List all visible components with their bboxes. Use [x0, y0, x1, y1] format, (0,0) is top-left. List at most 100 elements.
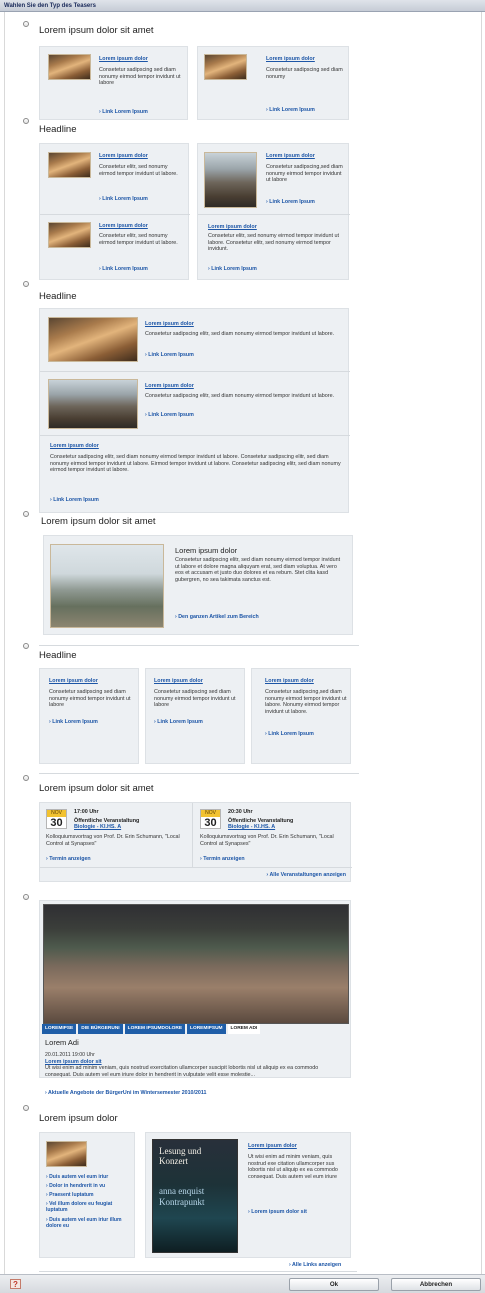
tab-lorem-ipsumdolore[interactable]: LOREM IPSUMDOLORE [124, 1024, 186, 1034]
book-line2: Konzert [159, 1156, 188, 1166]
teaser-link[interactable]: Lorem ipsum dolor [99, 153, 148, 159]
teaser-radio-7[interactable] [23, 894, 29, 900]
teaser-more-link[interactable]: › Link Lorem Ipsum [145, 412, 194, 418]
list-item[interactable]: › Duis autem vel eum iriur [46, 1174, 132, 1180]
event-time: 20:30 Uhr [228, 809, 253, 815]
teaser-radio-2[interactable] [23, 118, 29, 124]
tab-loremipsum[interactable]: LOREMIPSUM [187, 1024, 226, 1034]
event-day: 30 [50, 817, 63, 829]
teaser-radio-1[interactable] [23, 21, 29, 27]
teaser-more-link[interactable]: › Link Lorem Ipsum [99, 266, 148, 272]
teaser-more-link[interactable]: › Link Lorem Ipsum [49, 719, 98, 725]
teaser-link[interactable]: Lorem ipsum dolor [265, 678, 314, 684]
teaser-more-link[interactable]: › Link Lorem Ipsum [99, 196, 148, 202]
event-description: Kolloquiumsvortrag von Prof. Dr. Erin Sc… [200, 834, 334, 847]
tab-date: 20.01.2011 19:00 Uhr [45, 1052, 95, 1058]
teaser-article: Lorem ipsum dolor Consetetur sadipscing … [43, 535, 353, 635]
event-time: 17:00 Uhr [74, 809, 99, 815]
teaser-link[interactable]: Lorem ipsum dolor [49, 678, 98, 684]
teaser-radio-8[interactable] [23, 1105, 29, 1111]
article-heading: Lorem ipsum dolor [175, 546, 238, 555]
teaser-list: Lorem ipsum dolor Consetetur sadipscing … [39, 308, 350, 513]
all-links-link[interactable]: › Alle Links anzeigen [289, 1262, 341, 1268]
teaser-image [50, 544, 164, 628]
link-list-box: › Duis autem vel eum iriur › Dolor in he… [39, 1132, 135, 1258]
event-date-badge: NOV 30 [200, 809, 221, 829]
teaser-image [48, 379, 138, 429]
help-icon[interactable]: ? [10, 1279, 21, 1289]
event-more-link[interactable]: › Termin anzeigen [200, 856, 245, 862]
teaser-link[interactable]: Lorem ipsum dolor [50, 443, 99, 449]
teaser-image [48, 54, 91, 80]
teaser-more-link[interactable]: › Link Lorem Ipsum [99, 109, 148, 115]
teaser-card: Lorem ipsum dolor Consetetur sadipscing,… [251, 668, 351, 764]
teaser-link[interactable]: Lorem ipsum dolor [145, 383, 194, 389]
list-item[interactable]: › Duis autem vel eum iriur illum dolore … [46, 1217, 132, 1229]
tab-more-link[interactable]: › Aktuelle Angebote der BürgerUni im Win… [45, 1090, 206, 1096]
teaser-text: Consetetur sadipscing sed diam nonumy [266, 67, 343, 80]
divider [39, 645, 359, 646]
teaser-more-link[interactable]: › Lorem ipsum dolor sit [248, 1209, 307, 1215]
tab-lorem-adi[interactable]: LOREM ADI [227, 1024, 261, 1034]
tab-die-buergeruni[interactable]: DIE BÜRGERUNI [78, 1024, 123, 1034]
article-more-link[interactable]: › Den ganzen Artikel zum Bereich [175, 614, 259, 620]
tab-loremipse[interactable]: LOREMIPSE [42, 1024, 77, 1034]
teaser-more-link[interactable]: › Link Lorem Ipsum [145, 352, 194, 358]
teaser-link[interactable]: Lorem ipsum dolor [266, 153, 315, 159]
teaser-more-link[interactable]: › Link Lorem Ipsum [266, 107, 315, 113]
teaser-more-link[interactable]: › Link Lorem Ipsum [154, 719, 203, 725]
teaser-text: Consetetur sadipscing elitr, sed diam no… [50, 454, 341, 474]
teaser-card: Lorem ipsum dolor Consetetur sadipscing … [145, 668, 245, 764]
all-events-link[interactable]: › Alle Veranstaltungen anzeigen [266, 872, 346, 878]
events-box: NOV 30 17:00 Uhr Öffentliche Veranstaltu… [39, 802, 352, 882]
event-day: 30 [204, 817, 217, 829]
section-title-6: Lorem ipsum dolor sit amet [39, 783, 154, 794]
teaser-link[interactable]: Lorem ipsum dolor [145, 321, 194, 327]
teaser-image [48, 222, 91, 248]
teaser-more-link[interactable]: › Link Lorem Ipsum [50, 497, 99, 503]
event-link[interactable]: Biologie - KI.HS. A [74, 824, 121, 830]
event-month: NOV [47, 810, 66, 817]
teaser-image [48, 152, 91, 178]
teaser-card: Lorem ipsum dolor Consetetur sadipscing … [39, 46, 188, 120]
divider [40, 214, 190, 215]
teaser-more-link[interactable]: › Link Lorem Ipsum [266, 199, 315, 205]
teaser-image [46, 1141, 87, 1167]
tab-heading: Lorem Adi [45, 1038, 79, 1047]
teaser-link[interactable]: Lorem ipsum dolor [248, 1143, 297, 1149]
divider [40, 435, 350, 436]
section-title-5: Headline [39, 650, 77, 661]
teaser-radio-3[interactable] [23, 281, 29, 287]
event-more-link[interactable]: › Termin anzeigen [46, 856, 91, 862]
divider [40, 867, 352, 868]
ok-button[interactable]: Ok [289, 1278, 379, 1291]
book-line1: Lesung und [159, 1146, 202, 1156]
divider [192, 803, 193, 867]
list-item[interactable]: › Vel illum dolore eu feugiat luptatum [46, 1201, 132, 1213]
teaser-more-link[interactable]: › Link Lorem Ipsum [208, 266, 257, 272]
teaser-radio-6[interactable] [23, 775, 29, 781]
teaser-more-link[interactable]: › Link Lorem Ipsum [265, 731, 314, 737]
teaser-link[interactable]: Lorem ipsum dolor [266, 56, 315, 62]
list-item[interactable]: › Dolor in hendrerit in vu [46, 1183, 132, 1189]
teaser-radio-4[interactable] [23, 511, 29, 517]
teaser-text: Consetetur elitr, sed nonumy eirmod temp… [99, 164, 178, 177]
event-link[interactable]: Biologie - KI.HS. A [228, 824, 275, 830]
teaser-text: Consetetur sadipscing elitr, sed diam no… [145, 331, 335, 337]
teaser-link[interactable]: Lorem ipsum dolor [99, 56, 148, 62]
list-item[interactable]: › Praesent luptatum [46, 1192, 132, 1198]
teaser-link[interactable]: Lorem ipsum dolor [208, 224, 257, 230]
teaser-link[interactable]: Lorem ipsum dolor [154, 678, 203, 684]
dialog-title: Wahlen Sie den Typ des Teasers [4, 3, 96, 9]
dialog-title-bar: Wahlen Sie den Typ des Teasers [0, 0, 485, 12]
teaser-type-list[interactable]: Lorem ipsum dolor sit amet Lorem ipsum d… [4, 12, 482, 1274]
teaser-image [48, 317, 138, 362]
dialog-footer: ? Ok Abbrechen [0, 1274, 485, 1293]
teaser-text: Consetetur sadipscing sed diam nonumy ei… [154, 689, 236, 709]
teaser-text: Consetetur sadipscing,sed diam nonumy ei… [265, 689, 347, 715]
teaser-link[interactable]: Lorem ipsum dolor [99, 223, 148, 229]
teaser-image [204, 54, 247, 80]
teaser-card: Lorem ipsum dolor Consetetur sadipscing … [197, 46, 349, 120]
cancel-button[interactable]: Abbrechen [391, 1278, 481, 1291]
teaser-radio-5[interactable] [23, 643, 29, 649]
